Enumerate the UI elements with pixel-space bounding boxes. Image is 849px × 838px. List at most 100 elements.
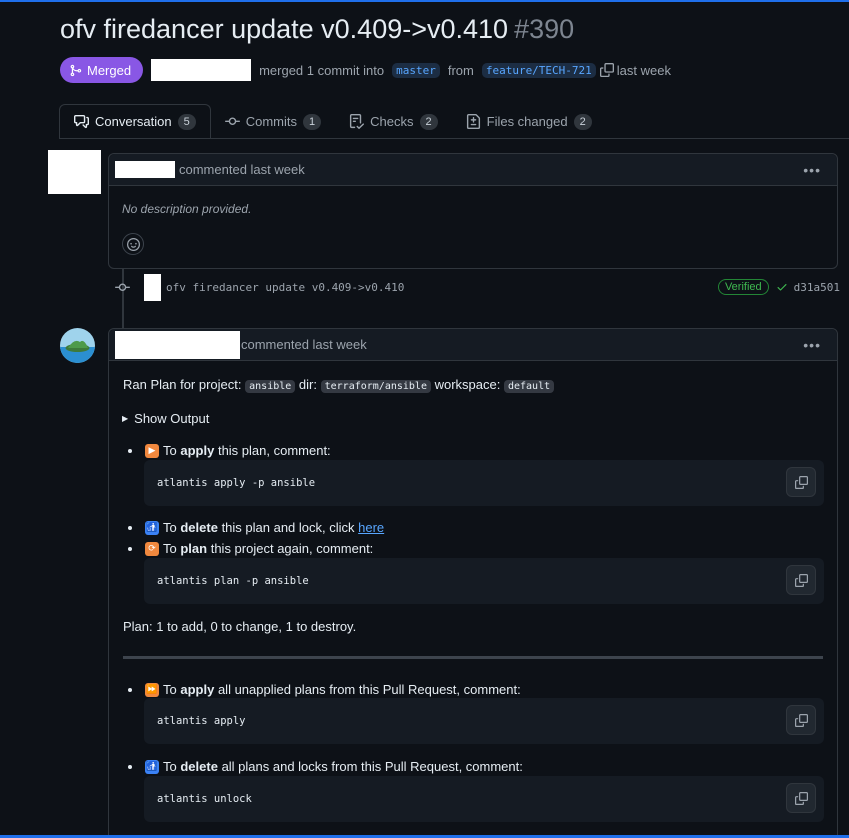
head-branch[interactable]: feature/TECH-721 [481, 62, 596, 78]
list-item: 🚮 To delete this plan and lock, click he… [128, 520, 384, 535]
tab-checks[interactable]: Checks 2 [335, 104, 451, 139]
tab-commits-label: Commits [245, 114, 298, 129]
disclosure-triangle-icon: ▶ [122, 414, 129, 423]
copy-branch-icon[interactable] [599, 63, 614, 77]
commit-sha[interactable]: d31a501 [794, 281, 840, 294]
plan-summary: Plan: 1 to add, 0 to change, 1 to destro… [123, 619, 357, 634]
repeat-icon: ⟳ [145, 541, 159, 556]
code-text: atlantis unlock [157, 793, 252, 805]
commit-icon [224, 117, 240, 126]
copy-icon [794, 475, 808, 489]
pr-number: #390 [514, 14, 575, 44]
dir-label: dir: [298, 377, 317, 392]
comment-meta[interactable]: commented last week [241, 337, 367, 352]
tab-commits[interactable]: Commits 1 [211, 104, 335, 139]
text: this plan, comment: [217, 443, 331, 458]
text: To [163, 682, 177, 697]
code-text: atlantis apply -p ansible [157, 477, 316, 489]
text: all plans and locks from this Pull Reque… [221, 759, 523, 774]
list-item: ⏩ To apply all unapplied plans from this… [128, 682, 521, 697]
copy-button[interactable] [786, 467, 816, 497]
tab-conversation[interactable]: Conversation 5 [59, 104, 211, 139]
smiley-icon [126, 237, 140, 251]
tab-checks-label: Checks [370, 114, 414, 129]
text: To [163, 520, 177, 535]
bold-text: plan [180, 541, 208, 556]
code-text: atlantis apply [157, 715, 246, 727]
delete-link[interactable]: here [358, 520, 384, 535]
tab-files-changed-count: 2 [573, 113, 592, 130]
pr-title: ofv firedancer update v0.409->v0.410 #390 [60, 14, 574, 45]
walking-person-icon: 🚮 [145, 520, 159, 535]
pr-title-text: ofv firedancer update v0.409->v0.410 [60, 14, 509, 44]
show-output-toggle[interactable]: ▶ Show Output [122, 411, 209, 426]
from-text: from [447, 62, 474, 78]
avatar[interactable] [48, 150, 101, 194]
comment-description: commented last week ••• No description p… [108, 153, 838, 269]
commit-author-avatar[interactable] [144, 273, 161, 301]
author-name-redacted[interactable] [151, 59, 252, 81]
workspace-code: default [503, 380, 555, 393]
code-block: atlantis plan -p ansible [144, 558, 824, 604]
text: this plan and lock, click [221, 520, 355, 535]
author-name-redacted[interactable] [115, 330, 240, 359]
author-name-redacted[interactable] [115, 161, 175, 178]
copy-button[interactable] [786, 705, 816, 735]
commit-icon [115, 283, 130, 291]
commit-row: ofv firedancer update v0.409->v0.410 Ver… [115, 273, 840, 301]
comment-header: commented last week ••• [109, 154, 837, 186]
workspace-label: workspace: [434, 377, 501, 392]
copy-button[interactable] [786, 565, 816, 595]
commit-message[interactable]: ofv firedancer update v0.409->v0.410 [166, 281, 404, 294]
list-item: 🚮 To delete all plans and locks from thi… [128, 759, 523, 774]
merge-icon [70, 64, 82, 76]
bot-avatar[interactable] [60, 328, 95, 363]
bold-text: delete [180, 759, 218, 774]
tab-checks-count: 2 [419, 113, 438, 130]
code-block: atlantis apply -p ansible [144, 460, 824, 506]
list-item: ▶ To apply this plan, comment: [128, 443, 331, 458]
file-diff-icon [466, 114, 480, 129]
check-icon [777, 284, 787, 291]
comment-meta[interactable]: commented last week [179, 162, 305, 177]
island-avatar-icon [60, 328, 95, 363]
merge-text: merged 1 commit into [259, 62, 385, 78]
horizontal-rule [123, 656, 823, 659]
comment-header: commented last week ••• [109, 329, 837, 361]
ran-plan-text: Ran Plan for project: [123, 377, 242, 392]
pr-meta: Merged merged 1 commit into master from … [60, 57, 671, 83]
walking-person-icon: 🚮 [145, 759, 159, 774]
more-options-icon[interactable]: ••• [803, 337, 821, 353]
add-reaction-button[interactable] [122, 233, 144, 255]
top-accent-line [0, 0, 849, 2]
code-block: atlantis unlock [144, 776, 824, 822]
base-branch[interactable]: master [392, 62, 440, 78]
tab-commits-count: 1 [303, 113, 322, 130]
plan-header: Ran Plan for project: ansible dir: terra… [123, 377, 555, 393]
bold-text: apply [180, 443, 215, 458]
copy-button[interactable] [786, 783, 816, 813]
copy-icon [794, 573, 808, 587]
copy-icon [794, 713, 808, 727]
code-text: atlantis plan -p ansible [157, 575, 309, 587]
text: To [163, 443, 177, 458]
pr-tabs: Conversation 5 Commits 1 Checks 2 Files … [59, 104, 606, 139]
merge-time[interactable]: last week [617, 63, 671, 78]
text: this project again, comment: [210, 541, 374, 556]
fast-forward-icon: ⏩ [145, 682, 159, 697]
checklist-icon [350, 114, 365, 129]
text: all unapplied plans from this Pull Reque… [217, 682, 521, 697]
conversation-icon [74, 114, 89, 129]
text: To [163, 759, 177, 774]
merged-label: Merged [87, 62, 132, 78]
tab-files-changed[interactable]: Files changed 2 [452, 104, 606, 139]
more-options-icon[interactable]: ••• [803, 162, 821, 178]
verified-badge[interactable]: Verified [717, 279, 769, 295]
bold-text: apply [180, 682, 215, 697]
tab-conversation-label: Conversation [95, 114, 172, 129]
merged-badge: Merged [60, 57, 144, 83]
show-output-label: Show Output [134, 411, 210, 426]
play-icon: ▶ [145, 443, 159, 458]
code-block: atlantis apply [144, 698, 824, 744]
list-item: ⟳ To plan this project again, comment: [128, 541, 373, 556]
